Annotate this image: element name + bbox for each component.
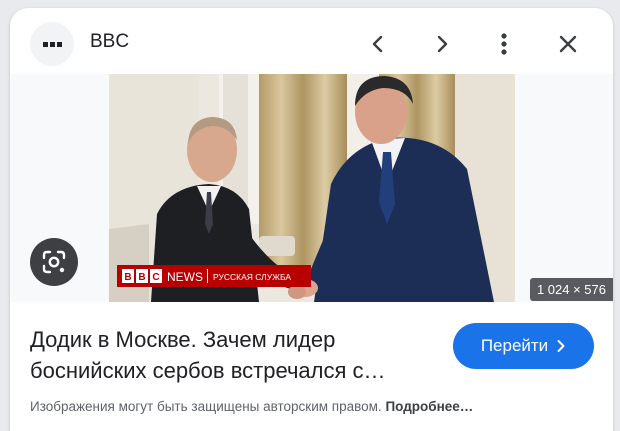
google-lens-button[interactable] [30,238,78,286]
svg-text:РУССКАЯ СЛУЖБА: РУССКАЯ СЛУЖБА [213,272,291,282]
result-title[interactable]: Додик в Москве. Зачем лидер боснийских с… [30,324,430,386]
bbc-blocks-icon [42,41,62,47]
image-area: B B C NEWS РУССКАЯ СЛУЖБА 1 024 × 576 [10,74,613,302]
image-preview-panel: BBC B B C NEWS РУССКАЯ СЛУЖБА 1 024 × 57… [10,8,613,431]
result-title-line2: боснийских сербов встречался с… [30,358,386,383]
svg-text:C: C [152,272,159,283]
svg-text:B: B [124,272,131,283]
chevron-right-icon [557,340,565,352]
more-options-button[interactable] [486,26,522,62]
image-dimensions: 1 024 × 576 [529,278,613,301]
next-button[interactable] [424,26,460,62]
previous-button[interactable] [360,26,396,62]
lens-search-icon [42,250,66,274]
chevron-right-icon [437,35,448,53]
preview-image[interactable]: B B C NEWS РУССКАЯ СЛУЖБА [109,74,515,302]
result-title-line1: Додик в Москве. Зачем лидер [30,327,336,352]
site-name[interactable]: BBC [90,31,129,53]
chevron-left-icon [372,35,383,53]
learn-more-link[interactable]: Подробнее… [385,399,473,414]
close-button[interactable] [550,26,586,62]
svg-text:NEWS: NEWS [167,270,203,284]
visit-button-label: Перейти [480,336,549,355]
copyright-text: Изображения могут быть защищены авторски… [30,399,382,414]
visit-button[interactable]: Перейти [453,323,594,369]
site-favicon-icon[interactable] [30,22,74,66]
svg-text:B: B [138,272,145,283]
copyright-notice: Изображения могут быть защищены авторски… [30,399,600,414]
photo-illustration: B B C NEWS РУССКАЯ СЛУЖБА [109,74,515,302]
preview-header: BBC [10,8,613,74]
close-icon [559,35,577,53]
more-vert-icon [501,33,507,55]
